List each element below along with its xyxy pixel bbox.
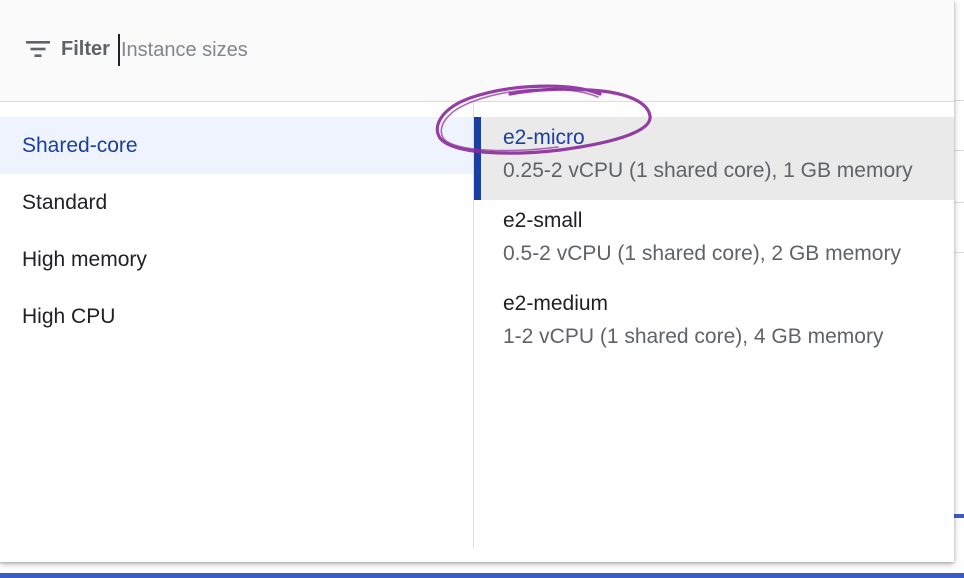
machine-description: 1-2 vCPU (1 shared core), 4 GB memory	[503, 325, 884, 348]
category-standard[interactable]: Standard	[0, 174, 474, 231]
background-page-edge	[954, 0, 964, 578]
machine-type-list: e2-micro 0.25-2 vCPU (1 shared core), 1 …	[474, 117, 954, 366]
machine-name: e2-medium	[503, 292, 609, 315]
category-list: Shared-core Standard High memory High CP…	[0, 117, 474, 345]
filter-label: Filter	[61, 38, 110, 60]
category-high-cpu[interactable]: High CPU	[0, 288, 474, 345]
filter-input[interactable]	[118, 34, 518, 66]
machine-option-e2-medium[interactable]: e2-medium 1-2 vCPU (1 shared core), 4 GB…	[474, 283, 954, 366]
machine-option-e2-micro[interactable]: e2-micro 0.25-2 vCPU (1 shared core), 1 …	[474, 117, 954, 200]
background-accent-tick	[954, 514, 964, 518]
category-shared-core[interactable]: Shared-core	[0, 117, 474, 174]
filter-bar: Filter	[0, 0, 954, 102]
machine-description: 0.25-2 vCPU (1 shared core), 1 GB memory	[503, 159, 913, 182]
category-high-memory[interactable]: High memory	[0, 231, 474, 288]
machine-name: e2-micro	[503, 126, 585, 149]
machine-name: e2-small	[503, 209, 583, 232]
machine-option-e2-small[interactable]: e2-small 0.5-2 vCPU (1 shared core), 2 G…	[474, 200, 954, 283]
background-accent-bar	[0, 573, 964, 578]
machine-type-dropdown-panel: Filter Shared-core Standard High memory …	[0, 0, 954, 562]
machine-description: 0.5-2 vCPU (1 shared core), 2 GB memory	[503, 242, 901, 265]
screen: Filter Shared-core Standard High memory …	[0, 0, 964, 578]
filter-icon[interactable]	[26, 40, 50, 58]
